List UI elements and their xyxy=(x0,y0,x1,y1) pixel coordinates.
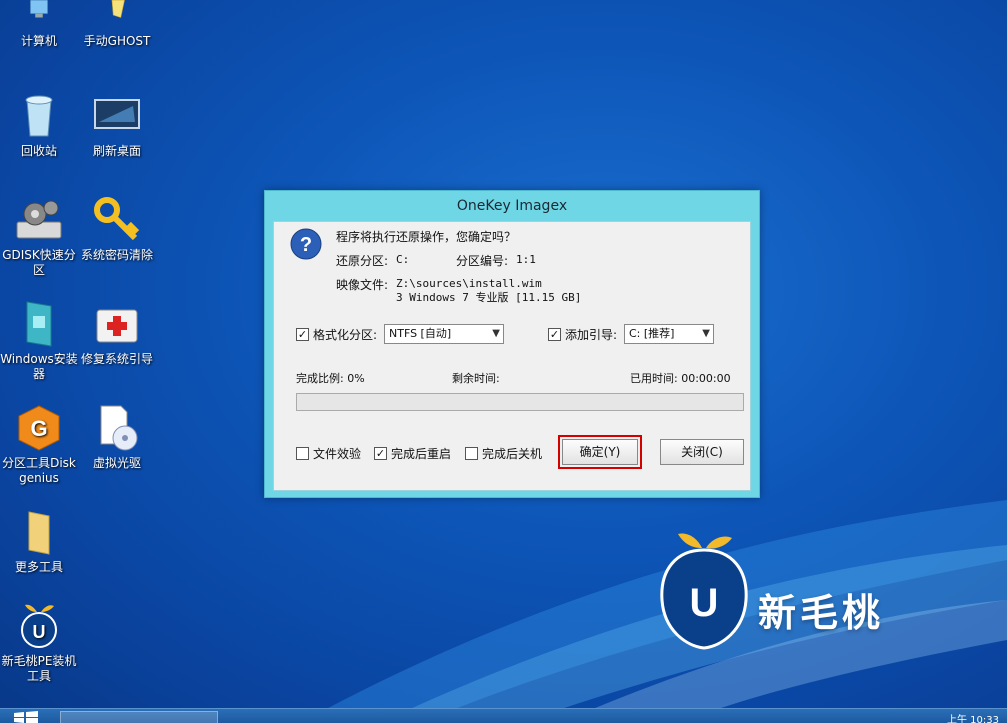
progress-bar xyxy=(296,393,744,411)
desktop-icon-repair-boot[interactable]: 修复系统引导 xyxy=(78,300,156,367)
folder-icon xyxy=(28,511,50,555)
first-aid-icon xyxy=(96,309,138,343)
ok-button[interactable]: 确定(Y) xyxy=(558,435,642,469)
chevron-down-icon: ▼ xyxy=(702,328,710,339)
svg-text:U: U xyxy=(690,581,719,625)
brand-small-icon: U xyxy=(21,604,57,648)
taskbar-item-onekey[interactable] xyxy=(60,711,218,723)
shutdown-after-check-box[interactable] xyxy=(465,447,478,460)
key-icon xyxy=(94,197,140,241)
question-icon: ? xyxy=(290,228,322,260)
file-verify-label: 文件效验 xyxy=(313,447,362,461)
taskbar-clock: 上午 10:33 xyxy=(947,715,999,723)
progress-percent: 完成比例: 0% xyxy=(296,372,365,385)
gears-icon xyxy=(16,200,62,239)
desktop-icon-label: 系统密码清除 xyxy=(80,248,153,262)
format-partition-check-box[interactable]: ✓ xyxy=(296,328,309,341)
shutdown-after-checkbox[interactable]: 完成后关机 xyxy=(465,445,542,462)
svg-text:G: G xyxy=(30,416,47,441)
shutdown-after-label: 完成后关机 xyxy=(482,447,543,461)
image-file-description: 3 Windows 7 专业版 [11.15 GB] xyxy=(396,291,582,304)
desktop-icon-label: 手动GHOST xyxy=(83,34,151,48)
file-verify-check-box[interactable] xyxy=(296,447,309,460)
ghost-icon xyxy=(111,0,125,18)
desktop-icon-label: 分区工具Diskgenius xyxy=(2,456,76,485)
recycle-bin-icon xyxy=(25,95,53,137)
format-partition-checkbox[interactable]: ✓ 格式化分区: xyxy=(296,326,377,343)
desktop-icon-recycle-bin[interactable]: 回收站 xyxy=(0,92,78,159)
dialog-body: ? 程序将执行还原操作，您确定吗？ 还原分区: C: 分区编号: 1:1 映像文… xyxy=(273,221,751,491)
taskbar: 上午 10:33 xyxy=(0,708,1007,723)
image-file-label: 映像文件: xyxy=(336,278,389,292)
boot-drive-select[interactable]: C: [推荐] ▼ xyxy=(624,324,714,344)
reboot-after-check-box[interactable]: ✓ xyxy=(374,447,387,460)
disc-icon xyxy=(100,405,138,451)
restore-partition-value: C: xyxy=(396,253,410,266)
desktop-icon-virtual-drive[interactable]: 虚拟光驱 xyxy=(78,404,156,471)
desktop-icon-manual-ghost[interactable]: 手动GHOST xyxy=(78,0,156,49)
desktop-icon-label: 更多工具 xyxy=(14,560,63,574)
confirm-question: 程序将执行还原操作，您确定吗？ xyxy=(336,230,517,244)
add-boot-label: 添加引导: xyxy=(565,328,618,342)
partition-number-value: 1:1 xyxy=(516,253,536,266)
desktop-icon-gdisk[interactable]: GDISK快速分区 xyxy=(0,196,78,278)
start-windows-icon[interactable] xyxy=(12,711,40,723)
dialog-title[interactable]: OneKey Imagex xyxy=(265,191,759,221)
restore-partition-label: 还原分区: xyxy=(336,254,389,268)
svg-text:U: U xyxy=(33,622,46,642)
computer-icon xyxy=(29,0,49,18)
desktop-icon-more-tools[interactable]: 更多工具 xyxy=(0,508,78,575)
desktop-icon-refresh-desktop[interactable]: 刷新桌面 xyxy=(78,92,156,159)
desktop-icon-label: 新毛桃PE装机工具 xyxy=(1,654,77,683)
filesystem-select-value: NTFS [自动] xyxy=(389,327,452,340)
desktop-icon-label: GDISK快速分区 xyxy=(2,248,76,277)
onekey-imagex-dialog: OneKey Imagex ? 程序将执行还原操作，您确定吗？ 还原分区: C:… xyxy=(264,190,760,498)
reboot-after-checkbox[interactable]: ✓ 完成后重启 xyxy=(374,445,451,462)
file-verify-checkbox[interactable]: 文件效验 xyxy=(296,445,361,462)
svg-text:?: ? xyxy=(300,234,312,256)
brand-text: 新毛桃 xyxy=(758,591,885,635)
desktop-icon-label: 回收站 xyxy=(20,144,57,158)
monitor-icon xyxy=(94,99,140,129)
desktop-icon-label: 刷新桌面 xyxy=(92,144,141,158)
desktop-icon-diskgenius[interactable]: G 分区工具Diskgenius xyxy=(0,404,78,486)
desktop-icon-pe-installer[interactable]: U 新毛桃PE装机工具 xyxy=(0,602,78,684)
format-partition-label: 格式化分区: xyxy=(313,328,378,342)
elapsed-time: 已用时间: 00:00:00 xyxy=(630,372,731,385)
remaining-time: 剩余时间: xyxy=(452,372,500,385)
desktop-icon-label: 虚拟光驱 xyxy=(92,456,141,470)
desktop-icon-windows-installer[interactable]: Windows安装器 xyxy=(0,300,78,382)
boot-drive-select-value: C: [推荐] xyxy=(629,327,675,340)
installer-icon xyxy=(26,301,52,347)
desktop-icon-label: 计算机 xyxy=(20,34,57,48)
filesystem-select[interactable]: NTFS [自动] ▼ xyxy=(384,324,504,344)
desktop-icon-label: Windows安装器 xyxy=(0,352,78,381)
add-boot-checkbox[interactable]: ✓ 添加引导: xyxy=(548,326,617,343)
chevron-down-icon: ▼ xyxy=(492,328,500,339)
add-boot-check-box[interactable]: ✓ xyxy=(548,328,561,341)
partition-number-label: 分区编号: xyxy=(456,254,509,268)
desktop-icon-computer[interactable]: 计算机 xyxy=(0,0,78,49)
desktop-icon-password-clear[interactable]: 系统密码清除 xyxy=(78,196,156,263)
brand-logo: U xyxy=(660,533,748,650)
close-button[interactable]: 关闭(C) xyxy=(660,439,744,465)
reboot-after-label: 完成后重启 xyxy=(391,447,452,461)
desktop-icon-label: 修复系统引导 xyxy=(80,352,153,366)
diskgenius-icon: G xyxy=(18,405,60,451)
